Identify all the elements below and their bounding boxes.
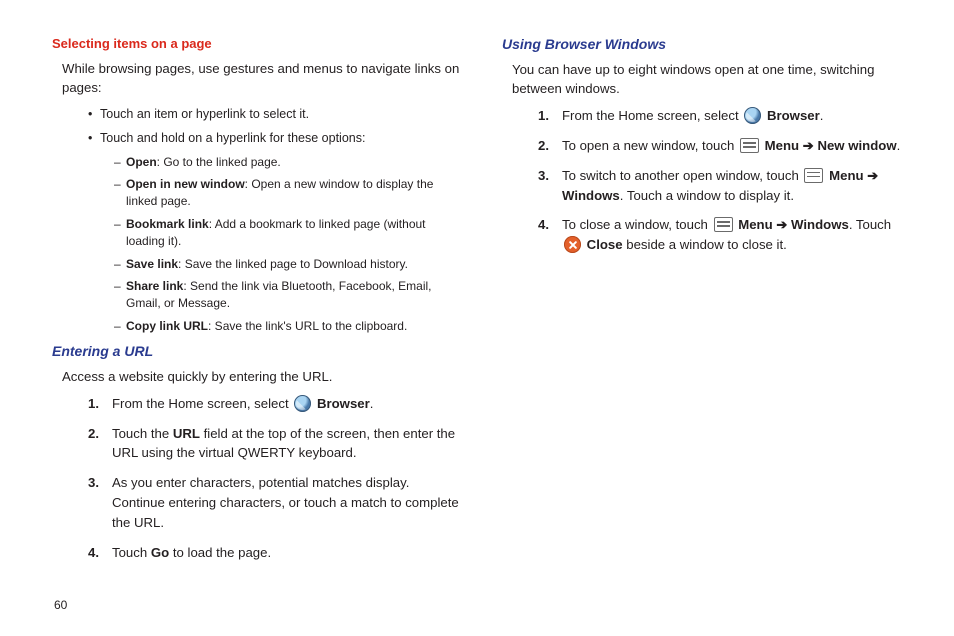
step-item: To close a window, touch Menu ➔ Windows.… — [538, 215, 912, 255]
right-column: Using Browser Windows You can have up to… — [502, 36, 912, 572]
step-item: To switch to another open window, touch … — [538, 166, 912, 206]
bullet-text: Touch and hold on a hyperlink for these … — [100, 131, 365, 145]
page-number: 60 — [54, 598, 67, 612]
label-close: Close — [587, 237, 623, 252]
step-text: Touch — [112, 545, 151, 560]
option-desc: : Save the link's URL to the clipboard. — [208, 319, 407, 333]
step-text: From the Home screen, select — [112, 396, 292, 411]
option-label: Copy link URL — [126, 319, 208, 333]
option-label: Share link — [126, 279, 183, 293]
sub-option: Open in new window: Open a new window to… — [114, 176, 462, 210]
left-column: Selecting items on a page While browsing… — [52, 36, 462, 572]
label-windows: Windows — [791, 217, 849, 232]
step-item: From the Home screen, select Browser. — [538, 106, 912, 126]
browser-icon — [294, 395, 311, 412]
intro-entering-url: Access a website quickly by entering the… — [52, 367, 462, 386]
label-windows: Windows — [562, 188, 620, 203]
option-label: Open — [126, 155, 157, 169]
heading-entering-url: Entering a URL — [52, 343, 462, 359]
intro-selecting: While browsing pages, use gestures and m… — [52, 59, 462, 97]
sub-option-list: Open: Go to the linked page. Open in new… — [100, 154, 462, 335]
arrow-icon: ➔ — [799, 138, 817, 153]
step-text: . — [370, 396, 374, 411]
label-new-window: New window — [817, 138, 896, 153]
manual-page: Selecting items on a page While browsing… — [0, 0, 954, 636]
menu-icon — [804, 168, 823, 183]
heading-browser-windows: Using Browser Windows — [502, 36, 912, 52]
steps-browser-windows: From the Home screen, select Browser. To… — [502, 106, 912, 255]
two-column-layout: Selecting items on a page While browsing… — [52, 36, 912, 572]
step-item: From the Home screen, select Browser. — [88, 394, 462, 414]
step-text: to load the page. — [169, 545, 271, 560]
bullet-item: Touch an item or hyperlink to select it. — [88, 105, 462, 123]
sub-option: Bookmark link: Add a bookmark to linked … — [114, 216, 462, 250]
label-browser: Browser — [767, 108, 820, 123]
sub-option: Open: Go to the linked page. — [114, 154, 462, 171]
step-text: Touch the — [112, 426, 173, 441]
sub-option: Save link: Save the linked page to Downl… — [114, 256, 462, 273]
step-text: . — [897, 138, 901, 153]
step-text: To open a new window, touch — [562, 138, 738, 153]
option-label: Open in new window — [126, 177, 245, 191]
arrow-icon: ➔ — [864, 168, 879, 183]
step-item: Touch the URL field at the top of the sc… — [88, 424, 462, 464]
option-desc: : Save the linked page to Download histo… — [178, 257, 408, 271]
steps-entering-url: From the Home screen, select Browser. To… — [52, 394, 462, 563]
step-text: beside a window to close it. — [623, 237, 787, 252]
label-browser: Browser — [317, 396, 370, 411]
step-text: . Touch — [849, 217, 891, 232]
step-item: To open a new window, touch Menu ➔ New w… — [538, 136, 912, 156]
step-text: From the Home screen, select — [562, 108, 742, 123]
step-item: As you enter characters, potential match… — [88, 473, 462, 532]
intro-browser-windows: You can have up to eight windows open at… — [502, 60, 912, 98]
label-url: URL — [173, 426, 200, 441]
arrow-icon: ➔ — [773, 217, 791, 232]
label-go: Go — [151, 545, 169, 560]
sub-option: Copy link URL: Save the link's URL to th… — [114, 318, 462, 335]
label-menu: Menu — [829, 168, 863, 183]
option-label: Save link — [126, 257, 178, 271]
bullet-item: Touch and hold on a hyperlink for these … — [88, 129, 462, 334]
label-menu: Menu — [738, 217, 772, 232]
bullet-list: Touch an item or hyperlink to select it.… — [52, 105, 462, 334]
step-text: . Touch a window to display it. — [620, 188, 794, 203]
step-text: . — [820, 108, 824, 123]
heading-selecting-items: Selecting items on a page — [52, 36, 462, 51]
label-menu: Menu — [765, 138, 799, 153]
close-icon — [564, 236, 581, 253]
step-text: To switch to another open window, touch — [562, 168, 802, 183]
step-text: To close a window, touch — [562, 217, 712, 232]
sub-option: Share link: Send the link via Bluetooth,… — [114, 278, 462, 312]
menu-icon — [714, 217, 733, 232]
step-item: Touch Go to load the page. — [88, 543, 462, 563]
option-desc: : Go to the linked page. — [157, 155, 281, 169]
menu-icon — [740, 138, 759, 153]
browser-icon — [744, 107, 761, 124]
option-label: Bookmark link — [126, 217, 209, 231]
